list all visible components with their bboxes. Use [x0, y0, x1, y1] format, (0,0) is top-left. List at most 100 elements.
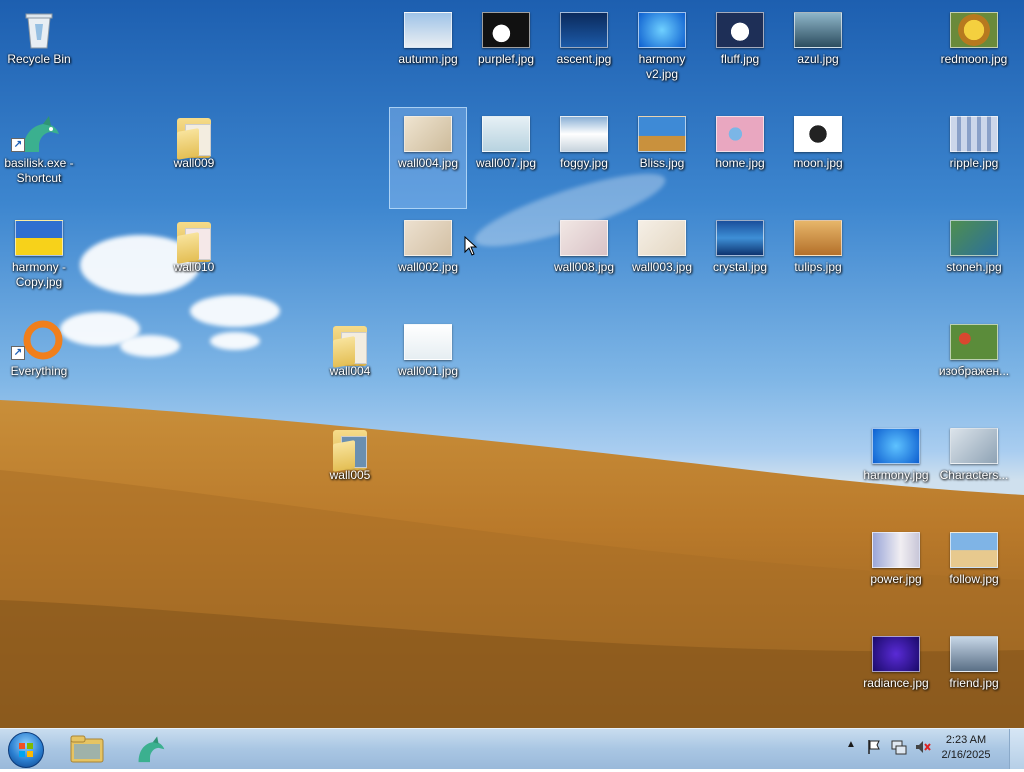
image-thumbnail: [794, 220, 842, 256]
characters-file[interactable]: Characters...: [936, 420, 1012, 520]
image-thumbnail: [950, 220, 998, 256]
folder-icon: [70, 735, 104, 763]
clock-date: 2/16/2025: [941, 749, 991, 761]
icon-label: Recycle Bin: [7, 52, 71, 66]
file-explorer-taskbar-button[interactable]: [60, 731, 112, 767]
icon-label: harmony v2.jpg: [638, 52, 686, 81]
basilisk-shortcut-icon[interactable]: ↗ basilisk.exe - Shortcut: [1, 108, 77, 208]
icon-label: crystal.jpg: [712, 260, 768, 274]
icon-label: harmony.jpg: [863, 468, 929, 482]
wall004-jpg-file[interactable]: wall004.jpg: [389, 107, 467, 209]
icon-label: home.jpg: [715, 156, 765, 170]
folder-wall004[interactable]: wall004: [312, 316, 388, 416]
wall007-jpg-file[interactable]: wall007.jpg: [468, 108, 544, 208]
power-jpg-file[interactable]: power.jpg: [858, 524, 934, 624]
clock-time: 2:23 AM: [945, 734, 987, 746]
image-thumbnail: [950, 324, 998, 360]
image-thumbnail: [950, 636, 998, 672]
cloud: [120, 335, 180, 357]
follow-jpg-file[interactable]: follow.jpg: [936, 524, 1012, 624]
recycle-bin-icon[interactable]: Recycle Bin: [1, 4, 77, 104]
redmoon-jpg-file[interactable]: redmoon.jpg: [936, 4, 1012, 104]
windows-logo-icon: [8, 732, 44, 768]
image-thumbnail: [794, 12, 842, 48]
system-clock[interactable]: 2:23 AM 2/16/2025: [936, 733, 996, 763]
tulips-jpg-file[interactable]: tulips.jpg: [780, 212, 856, 312]
fluff-jpg-file[interactable]: fluff.jpg: [702, 4, 778, 104]
icon-label: Bliss.jpg: [639, 156, 685, 170]
icon-label: foggy.jpg: [560, 156, 608, 170]
icon-label: wall008.jpg: [553, 260, 615, 274]
foggy-jpg-file[interactable]: foggy.jpg: [546, 108, 622, 208]
wall008-jpg-file[interactable]: wall008.jpg: [546, 212, 622, 312]
folder-icon: [333, 322, 367, 368]
image-thumbnail: [638, 220, 686, 256]
image-thumbnail: [638, 116, 686, 152]
image-thumbnail: [950, 116, 998, 152]
ripple-jpg-file[interactable]: ripple.jpg: [936, 108, 1012, 208]
icon-label: redmoon.jpg: [940, 52, 1008, 66]
izobrazhenie-file[interactable]: изображен...: [936, 316, 1012, 416]
radiance-jpg-file[interactable]: radiance.jpg: [858, 628, 934, 728]
bliss-jpg-file[interactable]: Bliss.jpg: [624, 108, 700, 208]
image-thumbnail: [560, 12, 608, 48]
icon-label: fluff.jpg: [720, 52, 760, 66]
friend-jpg-file[interactable]: friend.jpg: [936, 628, 1012, 728]
home-jpg-file[interactable]: home.jpg: [702, 108, 778, 208]
image-thumbnail: [872, 636, 920, 672]
icon-label: wall010: [173, 260, 215, 274]
stoneh-jpg-file[interactable]: stoneh.jpg: [936, 212, 1012, 312]
moon-jpg-file[interactable]: moon.jpg: [780, 108, 856, 208]
image-thumbnail: [716, 12, 764, 48]
basilisk-taskbar-button[interactable]: [124, 731, 176, 767]
folder-icon: [177, 114, 211, 160]
harmony-copy-file[interactable]: harmony - Copy.jpg: [1, 212, 77, 312]
image-thumbnail: [560, 220, 608, 256]
icon-label: wall004.jpg: [397, 156, 459, 170]
image-thumbnail: [716, 116, 764, 152]
icon-label: wall007.jpg: [475, 156, 537, 170]
start-button[interactable]: [6, 731, 44, 768]
image-thumbnail: [404, 220, 452, 256]
wall002-jpg-file[interactable]: wall002.jpg: [390, 212, 466, 312]
cloud: [210, 332, 260, 350]
autumn-jpg-file[interactable]: autumn.jpg: [390, 4, 466, 104]
icon-label: tulips.jpg: [794, 260, 842, 274]
crystal-jpg-file[interactable]: crystal.jpg: [702, 212, 778, 312]
flag-icon[interactable]: [866, 739, 882, 755]
icon-label: azul.jpg: [797, 52, 839, 66]
everything-shortcut-icon[interactable]: ↗ Everything: [1, 316, 77, 416]
chevron-up-icon[interactable]: ▲: [846, 739, 856, 750]
icon-label: Everything: [10, 364, 68, 378]
folder-wall010[interactable]: wall010: [156, 212, 232, 312]
icon-label: wall009: [173, 156, 215, 170]
basilisk-logo-icon: [138, 736, 165, 763]
show-desktop-button[interactable]: [1009, 729, 1024, 769]
image-thumbnail: [950, 532, 998, 568]
everything-logo-icon: [23, 320, 63, 360]
image-thumbnail: [950, 12, 998, 48]
network-icon[interactable]: [890, 739, 908, 755]
icon-label: power.jpg: [870, 572, 922, 586]
ascent-jpg-file[interactable]: ascent.jpg: [546, 4, 622, 104]
wall003-jpg-file[interactable]: wall003.jpg: [624, 212, 700, 312]
azul-jpg-file[interactable]: azul.jpg: [780, 4, 856, 104]
icon-label: basilisk.exe - Shortcut: [4, 156, 74, 185]
icon-label: autumn.jpg: [398, 52, 458, 66]
folder-wall005[interactable]: wall005: [312, 420, 388, 520]
image-thumbnail: [404, 116, 452, 152]
icon-label: изображен...: [938, 364, 1010, 378]
desktop[interactable]: Recycle Bin ↗ basilisk.exe - Shortcut ha…: [0, 0, 1024, 728]
image-thumbnail: [560, 116, 608, 152]
image-thumbnail: [872, 428, 920, 464]
wall001-jpg-file[interactable]: wall001.jpg: [390, 316, 466, 416]
icon-label: wall005: [329, 468, 371, 482]
folder-wall009[interactable]: wall009: [156, 108, 232, 208]
purplef-jpg-file[interactable]: purplef.jpg: [468, 4, 544, 104]
harmony-jpg-file[interactable]: harmony.jpg: [858, 420, 934, 520]
icon-label: wall001.jpg: [397, 364, 459, 378]
volume-muted-icon[interactable]: [914, 739, 932, 755]
icon-label: wall002.jpg: [397, 260, 459, 274]
harmony-v2-jpg-file[interactable]: harmony v2.jpg: [624, 4, 700, 104]
image-thumbnail: [950, 428, 998, 464]
